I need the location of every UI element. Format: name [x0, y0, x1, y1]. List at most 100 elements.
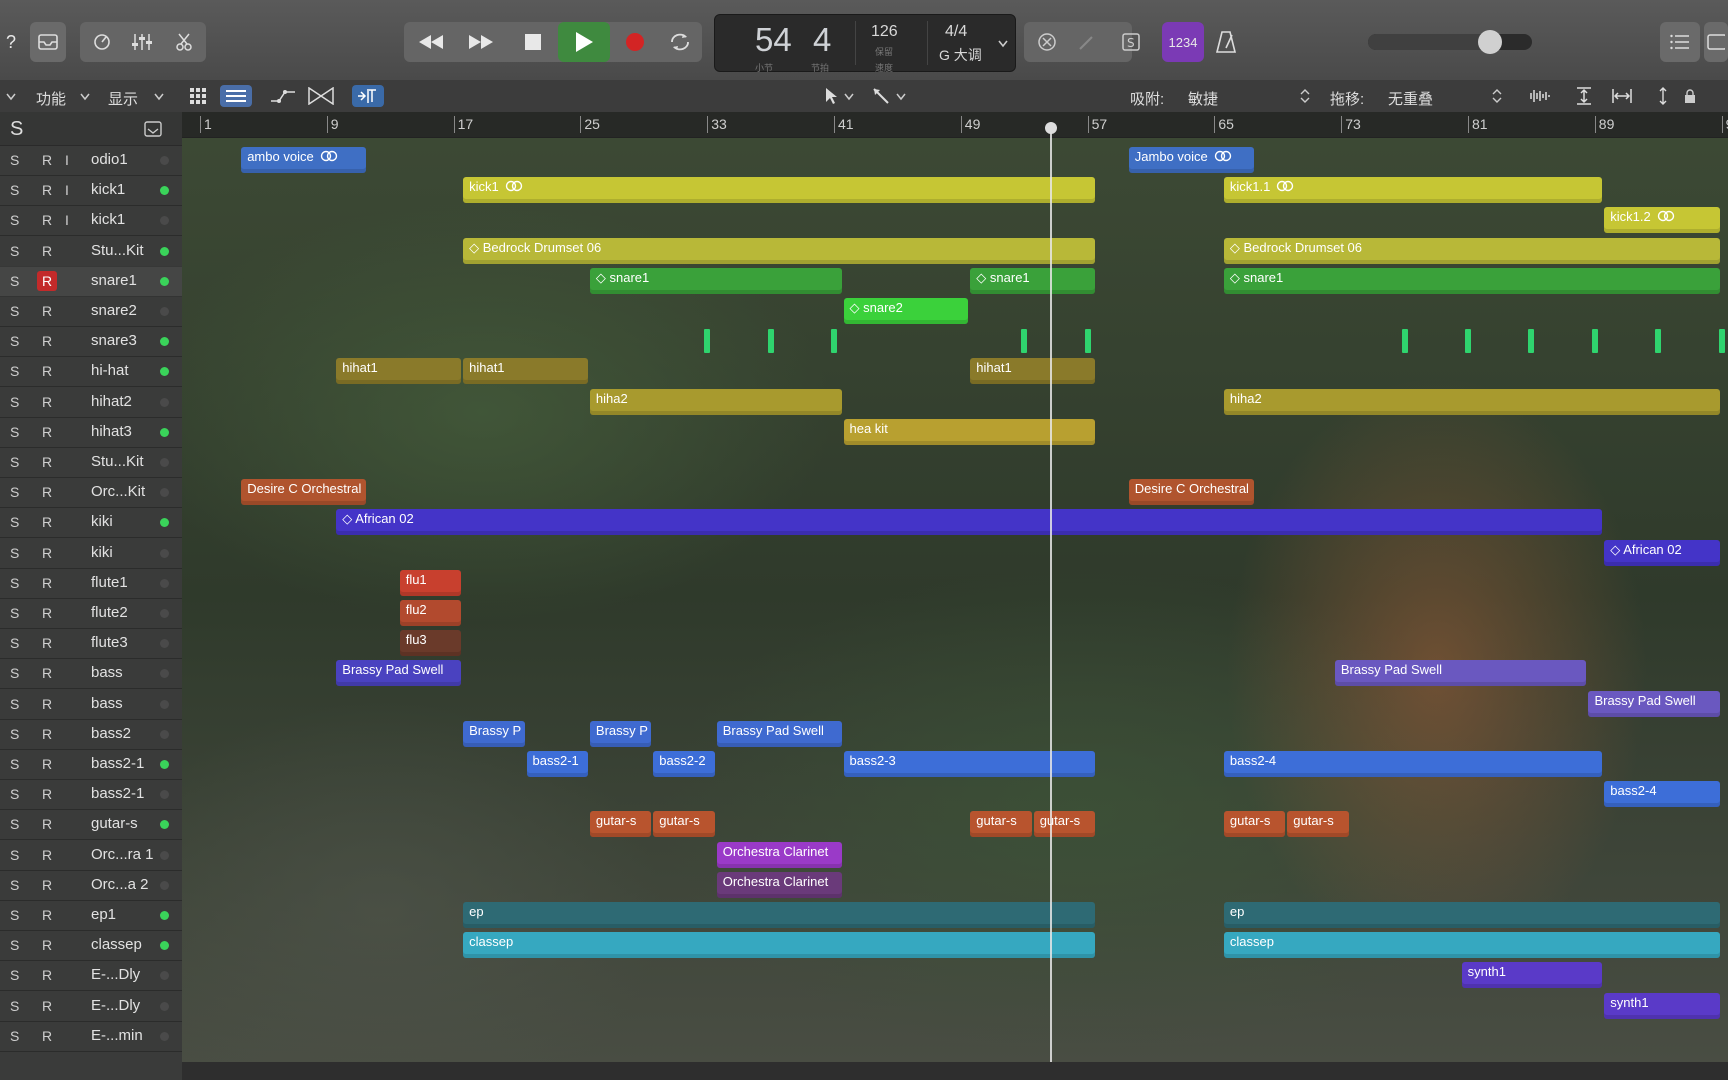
record-enable-toggle[interactable]: R: [37, 935, 57, 955]
track-row[interactable]: S Rhihat3: [0, 417, 182, 448]
record-enable-toggle[interactable]: R: [37, 301, 57, 321]
record-enable-toggle[interactable]: R: [37, 905, 57, 925]
record-enable-toggle[interactable]: R: [37, 241, 57, 261]
solo-toggle[interactable]: S: [10, 1028, 22, 1044]
track-name[interactable]: kiki: [91, 513, 113, 530]
record-enable-toggle[interactable]: R: [37, 543, 57, 563]
track-row[interactable]: S Rsnare1: [0, 265, 182, 297]
track-row[interactable]: S Rflute2: [0, 598, 182, 629]
record-enable-toggle[interactable]: R: [37, 573, 57, 593]
region[interactable]: flu1: [399, 569, 462, 596]
track-row[interactable]: S Rbass: [0, 658, 182, 690]
track-name[interactable]: bass2-1: [91, 755, 144, 772]
track-name[interactable]: flute1: [91, 574, 128, 591]
track-row[interactable]: S R E-...min: [0, 1021, 182, 1052]
snare3-hit-marker[interactable]: [1718, 329, 1725, 354]
region[interactable]: Orchestra Clarinet: [716, 841, 842, 868]
solo-toggle[interactable]: S: [10, 998, 22, 1014]
track-row[interactable]: S R Stu...Kit: [0, 236, 182, 267]
solo-toggle[interactable]: S: [10, 877, 22, 893]
track-row[interactable]: S R Orc...ra 1: [0, 840, 182, 871]
solo-toggle[interactable]: S: [10, 152, 22, 168]
region[interactable]: gutar-s: [589, 811, 652, 838]
track-name[interactable]: hihat2: [91, 393, 132, 410]
record-enable-toggle[interactable]: R: [37, 754, 57, 774]
track-row[interactable]: S Rbass2-1: [0, 749, 182, 780]
solo-toggle[interactable]: S: [10, 484, 22, 500]
count-in-button[interactable]: 1234: [1162, 22, 1204, 62]
record-enable-toggle[interactable]: R: [37, 210, 57, 230]
pointer-tool-icon[interactable]: [824, 87, 838, 105]
record-enable-toggle[interactable]: R: [37, 180, 57, 200]
region[interactable]: hihat1: [463, 358, 588, 385]
region[interactable]: classep: [463, 932, 1096, 959]
track-row[interactable]: S R Orc...a 2: [0, 870, 182, 901]
functions-menu[interactable]: 功能: [36, 88, 66, 109]
record-enable-toggle[interactable]: R: [37, 814, 57, 834]
tuner-button[interactable]: [1070, 22, 1104, 62]
chevron-down-icon[interactable]: [6, 93, 16, 101]
track-row[interactable]: S Rgutar-s: [0, 809, 182, 841]
replace-button[interactable]: [1030, 22, 1064, 62]
play-button[interactable]: [558, 22, 610, 62]
track-name[interactable]: flute3: [91, 634, 128, 651]
track-name[interactable]: snare1: [91, 272, 137, 289]
track-name[interactable]: odio1: [91, 151, 128, 168]
region[interactable]: Brassy P: [589, 720, 652, 747]
global-solo-label[interactable]: S: [10, 118, 23, 141]
region[interactable]: Jambo voice: [1128, 147, 1254, 173]
record-enable-toggle[interactable]: R: [37, 270, 57, 291]
region[interactable]: ◇ snare2: [843, 298, 969, 324]
snare3-hit-marker[interactable]: [831, 329, 837, 354]
region[interactable]: bass2-4: [1604, 781, 1720, 808]
help-button[interactable]: ?: [0, 22, 22, 62]
region[interactable]: gutar-s: [653, 811, 715, 838]
input-monitor-toggle[interactable]: I: [65, 152, 69, 168]
track-row[interactable]: S R E-...Dly: [0, 960, 182, 992]
track-row[interactable]: S Rkiki: [0, 507, 182, 539]
track-name[interactable]: bass: [91, 664, 123, 681]
arrange-area[interactable]: 1 9 17 25 33 41 49 57 65 73 81 89 9 ambo voice Jambo …: [182, 112, 1728, 1080]
track-name[interactable]: bass2: [91, 725, 131, 742]
fast-forward-button[interactable]: [458, 22, 504, 62]
track-name[interactable]: hi-hat: [91, 362, 129, 379]
track-row[interactable]: S Rclassep: [0, 930, 182, 962]
region[interactable]: ◇ African 02: [1604, 539, 1720, 566]
track-name[interactable]: flute2: [91, 604, 128, 621]
region[interactable]: hiha2: [1223, 388, 1720, 415]
library-button[interactable]: [30, 22, 66, 62]
browsers-button[interactable]: [1704, 22, 1728, 62]
region[interactable]: ◇ Bedrock Drumset 06: [1223, 237, 1720, 264]
region[interactable]: ep: [1223, 902, 1720, 928]
record-enable-toggle[interactable]: R: [37, 875, 57, 895]
track-name[interactable]: bass: [91, 695, 123, 712]
region[interactable]: hiha2: [589, 388, 842, 415]
track-name[interactable]: snare3: [91, 332, 137, 349]
solo-toggle[interactable]: S: [10, 212, 22, 228]
bar-ruler[interactable]: 1 9 17 25 33 41 49 57 65 73 81 89 9: [182, 112, 1728, 138]
rewind-button[interactable]: [408, 22, 454, 62]
lock-icon[interactable]: [1684, 89, 1696, 103]
grid-view-icon[interactable]: [190, 88, 206, 104]
region[interactable]: bass2-4: [1223, 751, 1603, 777]
record-enable-toggle[interactable]: R: [37, 996, 57, 1016]
chevron-down-icon[interactable]: [80, 93, 90, 101]
region[interactable]: Desire C Orchestral: [241, 479, 366, 506]
record-enable-toggle[interactable]: R: [37, 784, 57, 804]
track-name[interactable]: bass2-1: [91, 785, 144, 802]
region[interactable]: Orchestra Clarinet: [716, 871, 842, 898]
input-monitor-toggle[interactable]: I: [65, 182, 69, 198]
updown-chevron-icon[interactable]: [1300, 89, 1310, 103]
solo-toggle[interactable]: S: [10, 514, 22, 530]
track-row[interactable]: S Rbass: [0, 689, 182, 720]
track-name[interactable]: Orc...ra 1: [91, 846, 154, 863]
track-row[interactable]: S R Ikick1: [0, 205, 182, 237]
solo-toggle[interactable]: S: [10, 394, 22, 410]
track-name[interactable]: snare2: [91, 302, 137, 319]
region[interactable]: flu2: [399, 600, 462, 626]
solo-toggle[interactable]: S: [10, 816, 22, 832]
region[interactable]: ◇ snare1: [970, 267, 1096, 294]
record-enable-toggle[interactable]: R: [37, 422, 57, 442]
lcd-display[interactable]: 54 4 小节 节拍 126 保留 4/4 G 大调 速度: [714, 14, 1016, 73]
chevron-down-icon[interactable]: [844, 93, 854, 101]
